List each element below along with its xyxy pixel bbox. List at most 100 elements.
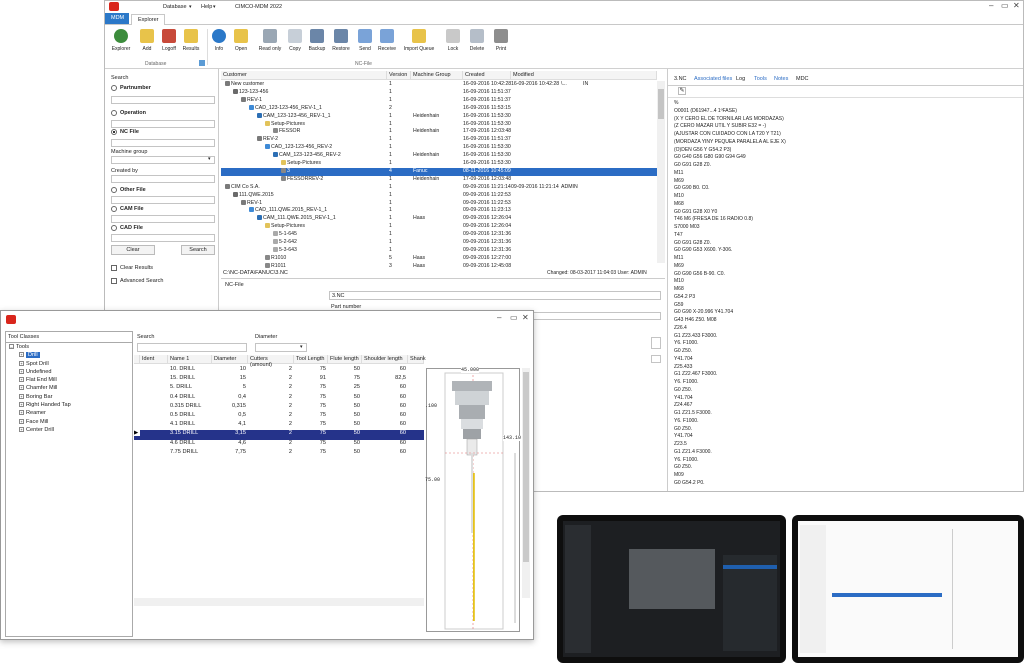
cad-file-input[interactable] (111, 234, 215, 242)
table-row[interactable]: 0.315 DRILL 0,315 2 75 50 60 (134, 403, 424, 412)
tree-node-tool-class[interactable]: + Face Mill (9, 418, 71, 427)
expand-icon[interactable]: + (19, 352, 24, 358)
minimize-button[interactable]: – (989, 1, 993, 10)
tab-nc-file[interactable]: 3.NC (674, 76, 687, 82)
table-row[interactable]: CIM Co S.A. 1 09-09-2016 11:21:14 09-09-201… (221, 183, 657, 192)
ncfile-input[interactable] (111, 139, 215, 147)
column-header-shoulder-length[interactable]: Shoulder length (362, 355, 408, 364)
table-row[interactable]: 5-2-642 1 09-09-2016 12:31:36 (221, 239, 657, 247)
logoff-button[interactable]: Logoff (159, 29, 179, 52)
clear-results-checkbox[interactable] (111, 265, 117, 271)
expand-icon[interactable]: + (19, 385, 24, 391)
add-button[interactable]: Add (137, 29, 157, 52)
tab-mdm[interactable]: MDM (105, 13, 129, 24)
table-row[interactable]: CAD_123-123-456_REV-2 1 16-09-2016 11:53:3… (221, 144, 657, 152)
nc-code-view[interactable]: % O0001 (D61947...4 1ºFASE) (X Y CERO EL D… (674, 100, 1014, 488)
table-row[interactable]: CAM_111.QWE.2015_REV-1_1 1 Haas 09-09-2016 … (221, 215, 657, 223)
column-header-cutters[interactable]: Cutters (amount) (248, 355, 294, 368)
expand-icon[interactable]: + (19, 418, 24, 424)
table-row[interactable]: 10. DRILL 10 2 75 50 60 (134, 366, 424, 375)
table-row[interactable]: 0.4 DRILL 0,4 2 75 50 60 (134, 394, 424, 403)
copy-button[interactable]: Copy (285, 29, 305, 52)
collapse-icon[interactable]: – (9, 344, 14, 349)
menu-help[interactable]: Help (201, 4, 212, 10)
results-button[interactable]: Results (181, 29, 201, 52)
created-by-input[interactable] (111, 175, 215, 183)
read-only-button[interactable]: Read only (257, 29, 283, 52)
detail-field[interactable] (651, 355, 661, 363)
cam-file-input[interactable] (111, 215, 215, 223)
column-header-modified[interactable]: Modified (511, 71, 657, 80)
expand-icon[interactable]: + (19, 360, 24, 366)
column-header-tool-length[interactable]: Tool Length (294, 355, 328, 364)
scrollbar-thumb[interactable] (658, 89, 664, 119)
table-row[interactable]: R1010 5 Haas 09-09-2016 12:27:00 (221, 254, 657, 263)
table-row[interactable]: 4.6 DRILL 4,6 2 75 50 60 (134, 440, 424, 449)
table-row[interactable]: 7.75 DRILL 7,75 2 75 50 60 (134, 449, 424, 458)
table-row[interactable]: CAD_123-123-456_REV-1_1 2 16-09-2016 11:53… (221, 104, 657, 113)
table-row[interactable]: New customer 1 16-09-2016 10:42:28 16-09-20… (221, 81, 657, 89)
tree-node-tool-class[interactable]: + Center Drill (9, 426, 71, 435)
search-button[interactable]: Search (181, 245, 215, 255)
column-header-machine-group[interactable]: Machine Group (411, 71, 463, 80)
close-button[interactable]: ✕ (1013, 1, 1020, 10)
tree-node-tool-class[interactable]: + Flat End Mill (9, 377, 71, 385)
tree-node-tool-class[interactable]: + Reamer (9, 410, 71, 418)
detail-field[interactable] (651, 337, 661, 349)
tab-notes[interactable]: Notes (774, 76, 788, 82)
backup-button[interactable]: Backup (307, 29, 327, 52)
scrollbar-thumb[interactable] (523, 372, 529, 562)
column-header-version[interactable]: Version (387, 71, 411, 80)
table-row[interactable]: Setup-Pictures 1 16-09-2016 11:53:30 (221, 160, 657, 168)
table-row[interactable]: Setup-Pictures 1 16-09-2016 11:53:30 (221, 120, 657, 129)
open-button[interactable]: Open (231, 29, 251, 52)
send-button[interactable]: Send (355, 29, 375, 52)
edit-icon[interactable]: ✎ (678, 87, 686, 95)
expand-icon[interactable]: + (19, 426, 24, 432)
expand-icon[interactable]: + (19, 368, 24, 374)
menu-database[interactable]: Database (163, 4, 187, 10)
table-row[interactable]: 15. DRILL 15 2 91 75 82,5 (134, 375, 424, 384)
lock-button[interactable]: Lock (443, 29, 463, 52)
tab-tools[interactable]: Tools (754, 76, 767, 82)
partnumber-input[interactable] (111, 96, 215, 104)
column-header-created[interactable]: Created (463, 71, 511, 80)
table-row[interactable]: 4.1 DRILL 4,1 2 75 50 60 (134, 421, 424, 430)
table-row[interactable]: REV-1 1 09-09-2016 11:22:53 (221, 199, 657, 208)
partnumber-radio[interactable] (111, 85, 117, 91)
column-header-ident[interactable]: Ident (140, 355, 168, 364)
delete-button[interactable]: Delete (467, 29, 487, 52)
tab-associated-files[interactable]: Associated files (694, 76, 732, 82)
tree-node-tool-class[interactable]: + Chamfer Mill (9, 385, 71, 393)
table-row[interactable]: 0.5 DRILL 0,5 2 75 50 60 (134, 412, 424, 421)
tree-node-tools[interactable]: – Tools (9, 344, 71, 352)
column-header-shank[interactable]: Shank (408, 355, 426, 364)
table-row[interactable]: CAM_123-123-456_REV-1_1 1 Heidenhain 16-09-… (221, 112, 657, 121)
machine-group-select[interactable] (111, 156, 215, 164)
cad-file-radio[interactable] (111, 225, 117, 231)
table-row[interactable]: 5-1-645 1 09-09-2016 12:31:36 (221, 231, 657, 239)
tree-node-tool-class[interactable]: + Spot Drill (9, 360, 71, 369)
restore-button[interactable]: Restore (331, 29, 351, 52)
expand-icon[interactable]: + (19, 402, 24, 408)
table-row[interactable]: REV-2 1 16-09-2016 11:51:37 (221, 136, 657, 144)
table-row[interactable]: 123-123-456 1 16-09-2016 11:51:37 (221, 88, 657, 97)
expand-icon[interactable]: + (19, 410, 24, 416)
tree-node-tool-class[interactable]: + Undefined (9, 368, 71, 377)
minimize-button[interactable]: – (497, 313, 501, 322)
expand-icon[interactable]: + (19, 393, 24, 399)
operation-input[interactable] (111, 120, 215, 128)
tree-node-tool-class[interactable]: + Drill (9, 352, 71, 360)
table-row[interactable]: FESSORREV-2 1 Heidenhain 17-09-2016 12:03:4… (221, 175, 657, 184)
expand-icon[interactable] (199, 60, 205, 66)
table-row[interactable]: CAM_123-123-456_REV-2 1 Heidenhain 16-09-20… (221, 152, 657, 160)
table-row[interactable]: 3 4 Fanuc 08-11-2016 10:45:09 (221, 167, 657, 176)
column-header-diameter[interactable]: Diameter (212, 355, 248, 364)
close-button[interactable]: ✕ (522, 313, 529, 322)
explorer-button[interactable]: Explorer (111, 29, 131, 52)
clear-button[interactable]: Clear (111, 245, 155, 255)
ncfile-radio[interactable] (111, 129, 117, 135)
table-row[interactable]: FESSOR 1 Heidenhain 17-09-2016 12:03:48 (221, 128, 657, 136)
other-file-radio[interactable] (111, 187, 117, 193)
table-row[interactable]: 111.QWE.2015 1 09-09-2016 11:22:53 (221, 191, 657, 200)
